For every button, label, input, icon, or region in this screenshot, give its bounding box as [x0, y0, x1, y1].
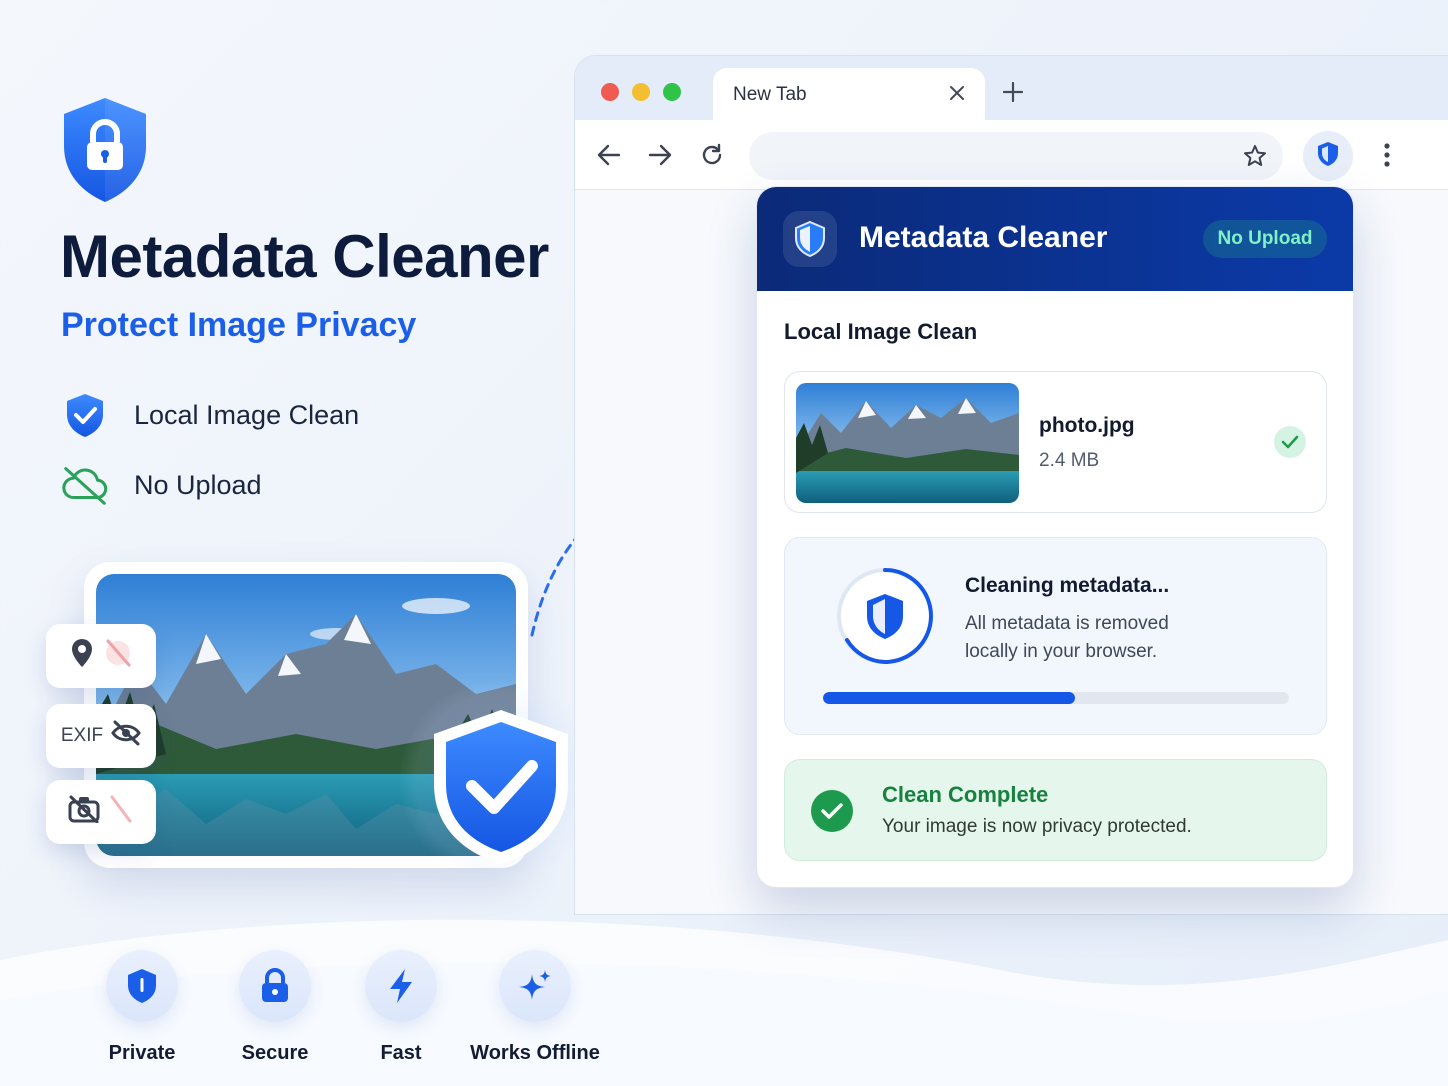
popup-title: Metadata Cleaner	[859, 221, 1108, 254]
feature-no-upload: No Upload	[60, 462, 262, 508]
lock-icon	[239, 950, 311, 1022]
check-circle-icon	[811, 790, 853, 832]
feature-label: No Upload	[134, 469, 262, 500]
shield-check-icon	[428, 706, 574, 868]
crossed-out-icon	[103, 637, 133, 675]
complete-card: Clean Complete Your image is now privacy…	[784, 759, 1327, 861]
location-pin-icon	[69, 637, 95, 675]
progress-description-line: locally in your browser.	[965, 641, 1158, 662]
minimize-window-button[interactable]	[632, 83, 650, 101]
complete-title: Clean Complete	[882, 782, 1049, 807]
new-tab-plus-icon[interactable]	[1002, 81, 1024, 107]
progress-description-line: All metadata is removed	[965, 613, 1169, 634]
exif-label: EXIF	[60, 725, 104, 746]
maximize-window-button[interactable]	[663, 83, 681, 101]
tab-new-tab[interactable]: New Tab	[713, 68, 985, 122]
hero-shield-lock-icon	[58, 96, 152, 204]
tab-strip: New Tab	[575, 56, 1448, 122]
progress-card: Cleaning metadata... All metadata is rem…	[784, 537, 1327, 735]
complete-description: Your image is now privacy protected.	[882, 816, 1192, 837]
progress-bar	[823, 692, 1289, 704]
shield-icon	[1316, 140, 1340, 173]
eye-off-icon	[111, 720, 141, 752]
address-bar[interactable]	[749, 132, 1283, 180]
exif-hidden-chip: EXIF	[46, 704, 156, 768]
extension-button[interactable]	[1303, 131, 1353, 181]
tab-title: New Tab	[733, 84, 807, 105]
section-title: Local Image Clean	[784, 319, 978, 344]
extension-popup: Metadata Cleaner No Upload Local Image C…	[756, 186, 1354, 888]
popup-header: Metadata Cleaner No Upload	[757, 187, 1353, 291]
back-arrow-icon[interactable]	[597, 144, 621, 171]
app-subtitle: Protect Image Privacy	[61, 306, 417, 344]
location-off-chip	[46, 624, 156, 688]
file-card[interactable]: photo.jpg 2.4 MB	[784, 371, 1327, 513]
shield-progress-ring-icon	[835, 566, 935, 666]
camera-off-icon	[68, 795, 100, 829]
more-menu-icon[interactable]	[1383, 142, 1391, 173]
no-upload-badge: No Upload	[1203, 220, 1327, 258]
check-icon	[1274, 426, 1306, 458]
close-window-button[interactable]	[601, 83, 619, 101]
shield-logo-icon	[783, 211, 837, 267]
crossed-out-icon	[108, 793, 134, 831]
progress-bar-fill	[823, 692, 1075, 704]
feature-label: Works Offline	[470, 1042, 600, 1064]
bookmark-star-icon[interactable]	[1243, 144, 1267, 173]
shield-icon	[106, 950, 178, 1022]
cloud-off-icon	[60, 462, 110, 508]
shield-check-icon	[60, 392, 110, 438]
progress-description: All metadata is removed locally in your …	[965, 610, 1265, 666]
app-title: Metadata Cleaner	[60, 223, 549, 290]
browser-toolbar	[575, 120, 1448, 190]
feature-local-clean: Local Image Clean	[60, 392, 359, 438]
sparkle-icon	[499, 950, 571, 1022]
lightning-icon	[365, 950, 437, 1022]
file-thumbnail	[796, 383, 1019, 503]
file-name: photo.jpg	[1039, 414, 1135, 437]
file-size: 2.4 MB	[1039, 450, 1100, 471]
progress-title: Cleaning metadata...	[965, 574, 1170, 597]
feature-label: Local Image Clean	[134, 399, 360, 430]
camera-off-chip	[46, 780, 156, 844]
feature-works-offline: Works Offline	[455, 950, 615, 1065]
forward-arrow-icon[interactable]	[648, 144, 672, 171]
reload-icon[interactable]	[700, 143, 724, 172]
close-icon[interactable]	[949, 85, 965, 106]
